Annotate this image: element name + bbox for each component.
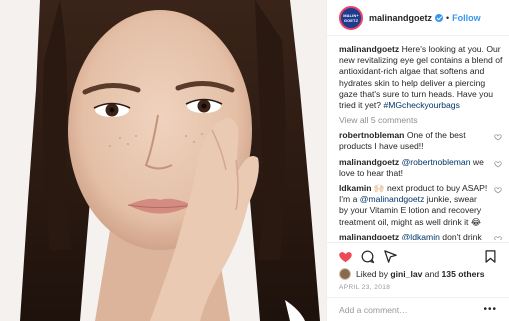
liker-username[interactable]: gini_lav (390, 269, 422, 279)
instagram-post: MALIN+ GOETZ malinandgoetz • Follow mali… (0, 0, 509, 321)
comment-item: robertnobleman One of the best products … (339, 130, 504, 152)
action-bar (327, 242, 509, 268)
comment-bubble-icon[interactable] (360, 249, 375, 264)
header-username[interactable]: malinandgoetz (369, 13, 432, 23)
view-all-comments-link[interactable]: View all 5 comments (339, 114, 504, 126)
comment-username[interactable]: ldkamin (339, 183, 371, 193)
caption-username[interactable]: malinandgoetz (339, 44, 399, 54)
account-avatar[interactable]: MALIN+ GOETZ (339, 5, 363, 30)
verified-badge-icon (435, 13, 444, 22)
bookmark-icon[interactable] (483, 249, 498, 264)
more-options-icon[interactable]: ••• (483, 304, 497, 315)
comment-username[interactable]: robertnobleman (339, 130, 404, 140)
share-arrow-icon[interactable] (383, 249, 398, 264)
avatar-text-line-2: GOETZ (343, 17, 359, 23)
post-details-panel: MALIN+ GOETZ malinandgoetz • Follow mali… (327, 0, 509, 321)
comment-username[interactable]: malinandgoetz (339, 157, 399, 167)
follow-button[interactable]: Follow (452, 13, 481, 23)
comment-mention[interactable]: @robertnobleman (402, 157, 471, 167)
comment-item: malinandgoetz @ldkamin don't drink it!!!… (339, 232, 504, 240)
comments-section: malinandgoetz Here's looking at you. Our… (339, 44, 504, 240)
caption-hashtag[interactable]: #MGcheckyourbags (383, 100, 459, 110)
comment-username[interactable]: malinandgoetz (339, 232, 399, 240)
post-header: MALIN+ GOETZ malinandgoetz • Follow (327, 0, 509, 36)
header-separator: • (446, 12, 450, 23)
comment-item: ldkamin 🙌🏻 next product to buy ASAP! I'm… (339, 183, 504, 228)
comment-mention[interactable]: @malinandgoetz (360, 194, 425, 204)
add-comment-input[interactable] (339, 304, 469, 315)
likes-count[interactable]: 135 others (442, 269, 485, 279)
small-heart-icon[interactable] (494, 186, 502, 194)
comment-mention[interactable]: @ldkamin (402, 232, 440, 240)
post-date[interactable]: APRIL 23, 2018 (339, 284, 390, 291)
comment-item: malinandgoetz @robertnobleman we love to… (339, 157, 504, 179)
heart-icon[interactable] (338, 249, 353, 264)
add-comment-bar: ••• (327, 297, 509, 321)
small-heart-icon[interactable] (494, 160, 502, 168)
likes-summary: Liked by gini_lav and 135 others (339, 268, 485, 280)
liker-avatar[interactable] (339, 268, 351, 280)
portrait-illustration (0, 0, 326, 321)
likes-middle: and (424, 269, 440, 279)
post-caption: malinandgoetz Here's looking at you. Our… (339, 44, 504, 111)
small-heart-icon[interactable] (494, 235, 502, 240)
likes-prefix: Liked by (356, 269, 389, 279)
small-heart-icon[interactable] (494, 133, 502, 141)
post-photo[interactable] (0, 0, 327, 321)
